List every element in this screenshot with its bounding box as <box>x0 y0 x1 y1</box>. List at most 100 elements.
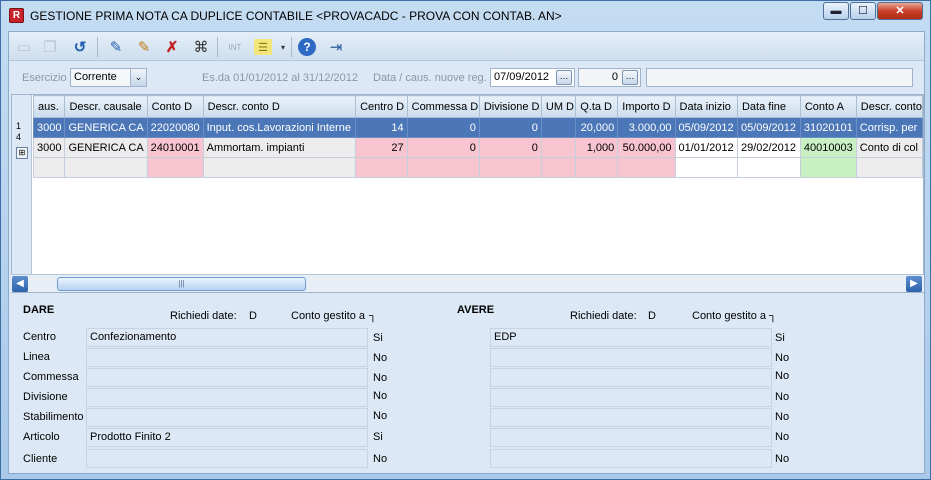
table-cell[interactable]: 29/02/2012 <box>736 137 801 158</box>
col-header[interactable]: Data inizio <box>674 95 738 118</box>
dare-linea-flag: No <box>373 352 388 364</box>
col-header[interactable]: Conto D <box>146 95 204 118</box>
title-bar[interactable]: R GESTIONE PRIMA NOTA CA DUPLICE CONTABI… <box>1 1 930 31</box>
new-row[interactable] <box>32 157 923 178</box>
table-cell[interactable]: 1,000 <box>575 137 619 158</box>
table-cell[interactable] <box>355 157 408 178</box>
horizontal-scrollbar[interactable]: ◀ ||| ▶ <box>11 274 924 292</box>
table-row[interactable]: 3000 GENERICA CA 22020080 Input. cos.Lav… <box>32 117 923 138</box>
col-header[interactable]: Commessa D <box>406 95 480 118</box>
edit-icon[interactable]: ✎ <box>105 36 127 58</box>
exit-icon[interactable]: ⇥ <box>325 36 347 58</box>
dare-articolo-flag: Si <box>373 431 383 443</box>
table-cell[interactable]: 40010003 <box>799 137 857 158</box>
undo-icon[interactable]: ↺ <box>69 36 91 58</box>
table-cell[interactable]: 01/01/2012 <box>674 137 738 158</box>
chevron-down-icon[interactable]: ⌄ <box>130 69 146 86</box>
int-icon[interactable]: INT <box>224 36 246 58</box>
table-cell[interactable]: 05/09/2012 <box>674 117 738 138</box>
toolbar-separator <box>217 37 218 57</box>
table-cell[interactable]: Ammortam. impianti <box>202 137 357 158</box>
table-cell[interactable]: 3000 <box>32 137 66 158</box>
table-cell[interactable]: GENERICA CA <box>64 137 148 158</box>
table-cell[interactable] <box>540 157 577 178</box>
table-cell[interactable] <box>146 157 204 178</box>
table-cell[interactable]: 0 <box>478 137 542 158</box>
binoculars-icon[interactable]: ⌘ <box>190 36 212 58</box>
causale-lookup-button[interactable]: … <box>622 70 638 85</box>
toolbar-separator <box>291 37 292 57</box>
delete-icon[interactable]: ✗ <box>161 36 183 58</box>
table-cell[interactable]: 14 <box>355 117 408 138</box>
col-header[interactable]: Importo D <box>617 95 676 118</box>
table-cell[interactable]: 22020080 <box>146 117 204 138</box>
avere-richiedi-label: Richiedi date: <box>570 310 637 322</box>
minimize-button[interactable]: ▬ <box>823 2 849 20</box>
table-cell[interactable]: 31020101 <box>799 117 857 138</box>
table-cell[interactable] <box>575 157 619 178</box>
table-cell[interactable] <box>540 137 577 158</box>
table-cell[interactable] <box>32 157 66 178</box>
table-cell[interactable] <box>674 157 738 178</box>
col-header[interactable]: aus. <box>32 95 66 118</box>
table-cell[interactable] <box>540 117 577 138</box>
col-header[interactable]: Descr. causale <box>64 95 148 118</box>
scroll-thumb[interactable]: ||| <box>57 277 306 291</box>
list-icon[interactable]: ☰ <box>254 39 272 55</box>
table-cell[interactable] <box>478 157 542 178</box>
record-icon[interactable]: ⊞ <box>16 147 28 159</box>
dare-stabilimento-field <box>86 408 368 427</box>
table-cell[interactable]: 0 <box>406 117 480 138</box>
table-cell[interactable]: 3000 <box>32 117 66 138</box>
table-cell[interactable] <box>736 157 801 178</box>
col-header[interactable]: Q.ta D <box>575 95 619 118</box>
table-cell[interactable]: 0 <box>478 117 542 138</box>
col-header[interactable]: Descr. conto D <box>202 95 357 118</box>
table-cell[interactable]: 50.000,00 <box>617 137 676 158</box>
table-cell[interactable]: 3.000,00 <box>617 117 676 138</box>
table-cell[interactable] <box>406 157 480 178</box>
edit-alt-icon[interactable]: ✎ <box>133 36 155 58</box>
col-header[interactable]: Conto A <box>799 95 857 118</box>
copy-icon[interactable]: ❐ <box>39 36 61 58</box>
table-cell[interactable] <box>855 157 923 178</box>
new-icon[interactable]: ▭ <box>13 36 35 58</box>
avere-conto-label: Conto gestito a <box>692 310 766 322</box>
table-cell[interactable] <box>617 157 676 178</box>
table-cell[interactable]: 05/09/2012 <box>736 117 801 138</box>
registrations-grid: 1 4 ⊞ aus. Descr. causale Conto D Descr.… <box>11 94 924 293</box>
help-icon[interactable]: ? <box>298 38 316 56</box>
table-cell[interactable]: 20,000 <box>575 117 619 138</box>
maximize-button[interactable]: ☐ <box>850 2 876 20</box>
close-button[interactable]: ✕ <box>877 2 923 20</box>
table-cell[interactable]: Corrisp. per <box>855 117 923 138</box>
avere-cliente-flag: No <box>775 453 790 465</box>
dare-divisione-flag: No <box>373 390 388 402</box>
dare-conto-label: Conto gestito a <box>291 310 365 322</box>
scroll-left-icon[interactable]: ◀ <box>12 276 28 292</box>
table-cell[interactable]: 27 <box>355 137 408 158</box>
col-header[interactable]: Centro D <box>355 95 408 118</box>
col-header[interactable]: Divisione D <box>478 95 542 118</box>
avere-conto-mark: ┐ <box>769 310 777 322</box>
dare-richiedi-label: Richiedi date: <box>170 310 237 322</box>
avere-commessa-field <box>490 368 772 387</box>
table-cell[interactable]: Input. cos.Lavorazioni Interne <box>202 117 357 138</box>
esercizio-select[interactable]: Corrente ⌄ <box>70 68 147 87</box>
dare-stabilimento-flag: No <box>373 410 388 422</box>
filter-bar: Esercizio Corrente ⌄ Es.da 01/01/2012 al… <box>9 62 924 92</box>
table-cell[interactable]: GENERICA CA <box>64 117 148 138</box>
avere-articolo-field <box>490 428 772 447</box>
table-cell[interactable]: Conto di col <box>855 137 923 158</box>
col-header[interactable]: Descr. conto <box>855 95 923 118</box>
col-header[interactable]: UM D <box>540 95 577 118</box>
table-cell[interactable]: 0 <box>406 137 480 158</box>
table-cell[interactable]: 24010001 <box>146 137 204 158</box>
scroll-right-icon[interactable]: ▶ <box>906 276 922 292</box>
table-row[interactable]: 3000 GENERICA CA 24010001 Ammortam. impi… <box>32 137 923 158</box>
table-cell[interactable] <box>799 157 857 178</box>
date-lookup-button[interactable]: … <box>556 70 572 85</box>
col-header[interactable]: Data fine <box>736 95 801 118</box>
table-cell[interactable] <box>202 157 357 178</box>
table-cell[interactable] <box>64 157 148 178</box>
